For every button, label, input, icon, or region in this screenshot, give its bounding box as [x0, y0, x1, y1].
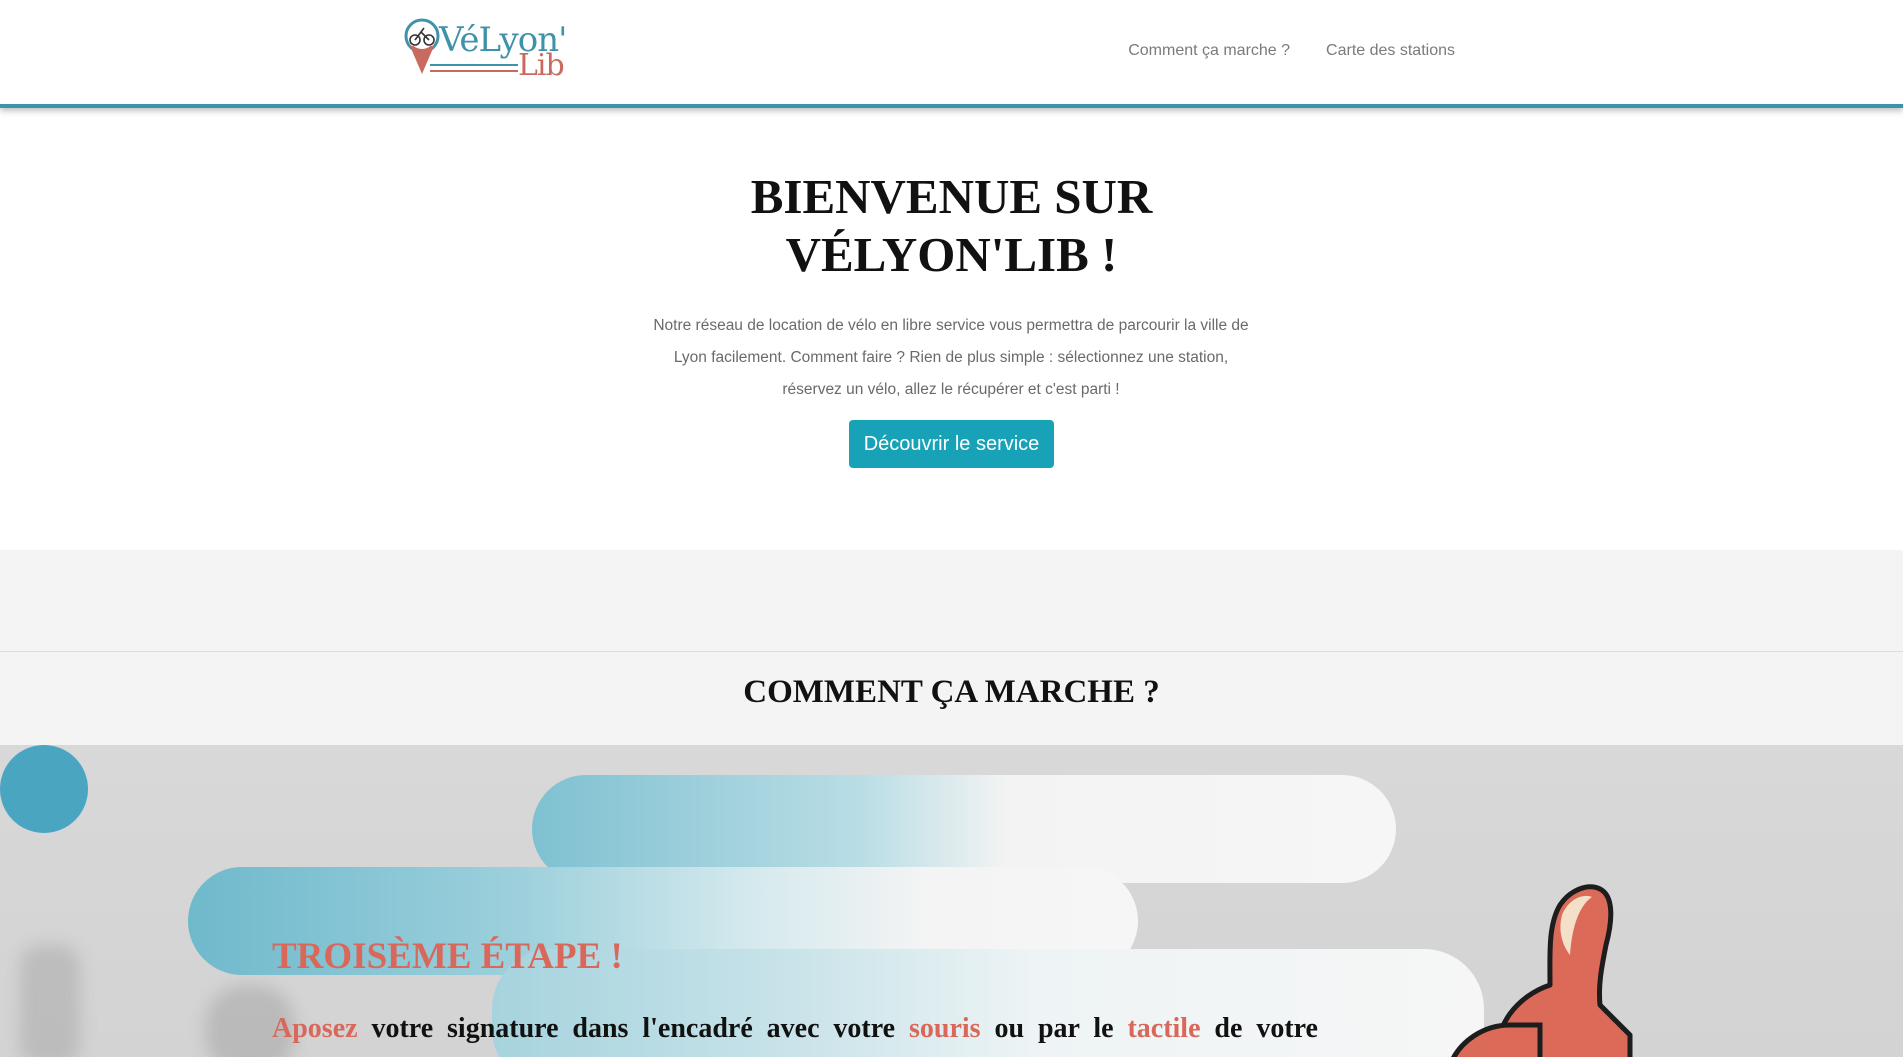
discover-service-button[interactable]: Découvrir le service: [849, 420, 1054, 468]
hero-title-line1: BIENVENUE SUR: [750, 169, 1153, 224]
hero-description: Notre réseau de location de vélo en libr…: [653, 317, 1249, 398]
how-it-works-title: COMMENT ÇA MARCHE ?: [743, 674, 1160, 710]
logo-underline-icon: [430, 64, 518, 72]
section-divider: [0, 651, 1903, 652]
thumbs-up-icon: [1451, 884, 1633, 1057]
site-logo[interactable]: VéLyon' Lib: [404, 18, 572, 83]
step-text: votre signature dans l'encadré avec votr…: [357, 1013, 909, 1044]
site-header: VéLyon' Lib Comment ça marche ? Carte de…: [0, 0, 1903, 108]
steps-slider: TROISÈME ÉTAPE ! Aposez votre signature …: [0, 745, 1903, 1057]
nav-link-how-it-works[interactable]: Comment ça marche ?: [1128, 42, 1290, 60]
section-band: [0, 550, 1903, 745]
step-text: ou par le: [980, 1013, 1128, 1044]
decor-circle: [0, 745, 88, 833]
hero-title-line2: VÉLYON'LIB !: [785, 227, 1118, 282]
nav-link-stations-map[interactable]: Carte des stations: [1326, 42, 1455, 60]
logo-text-sub: Lib: [518, 48, 565, 83]
hero-title: BIENVENUE SUR VÉLYON'LIB !: [0, 168, 1903, 284]
step-text-highlight: Aposez: [272, 1013, 358, 1044]
main-nav: Comment ça marche ? Carte des stations: [1128, 42, 1455, 60]
step-title: TROISÈME ÉTAPE !: [272, 936, 623, 977]
step-text-highlight: tactile: [1127, 1013, 1201, 1044]
hero-section: BIENVENUE SUR VÉLYON'LIB ! Notre réseau …: [0, 108, 1903, 550]
step-text-highlight: souris: [909, 1013, 981, 1044]
step-description: Aposez votre signature dans l'encadré av…: [272, 1013, 1318, 1045]
background-blur-shape: [20, 945, 80, 1057]
step-text: de votre: [1200, 1013, 1318, 1044]
